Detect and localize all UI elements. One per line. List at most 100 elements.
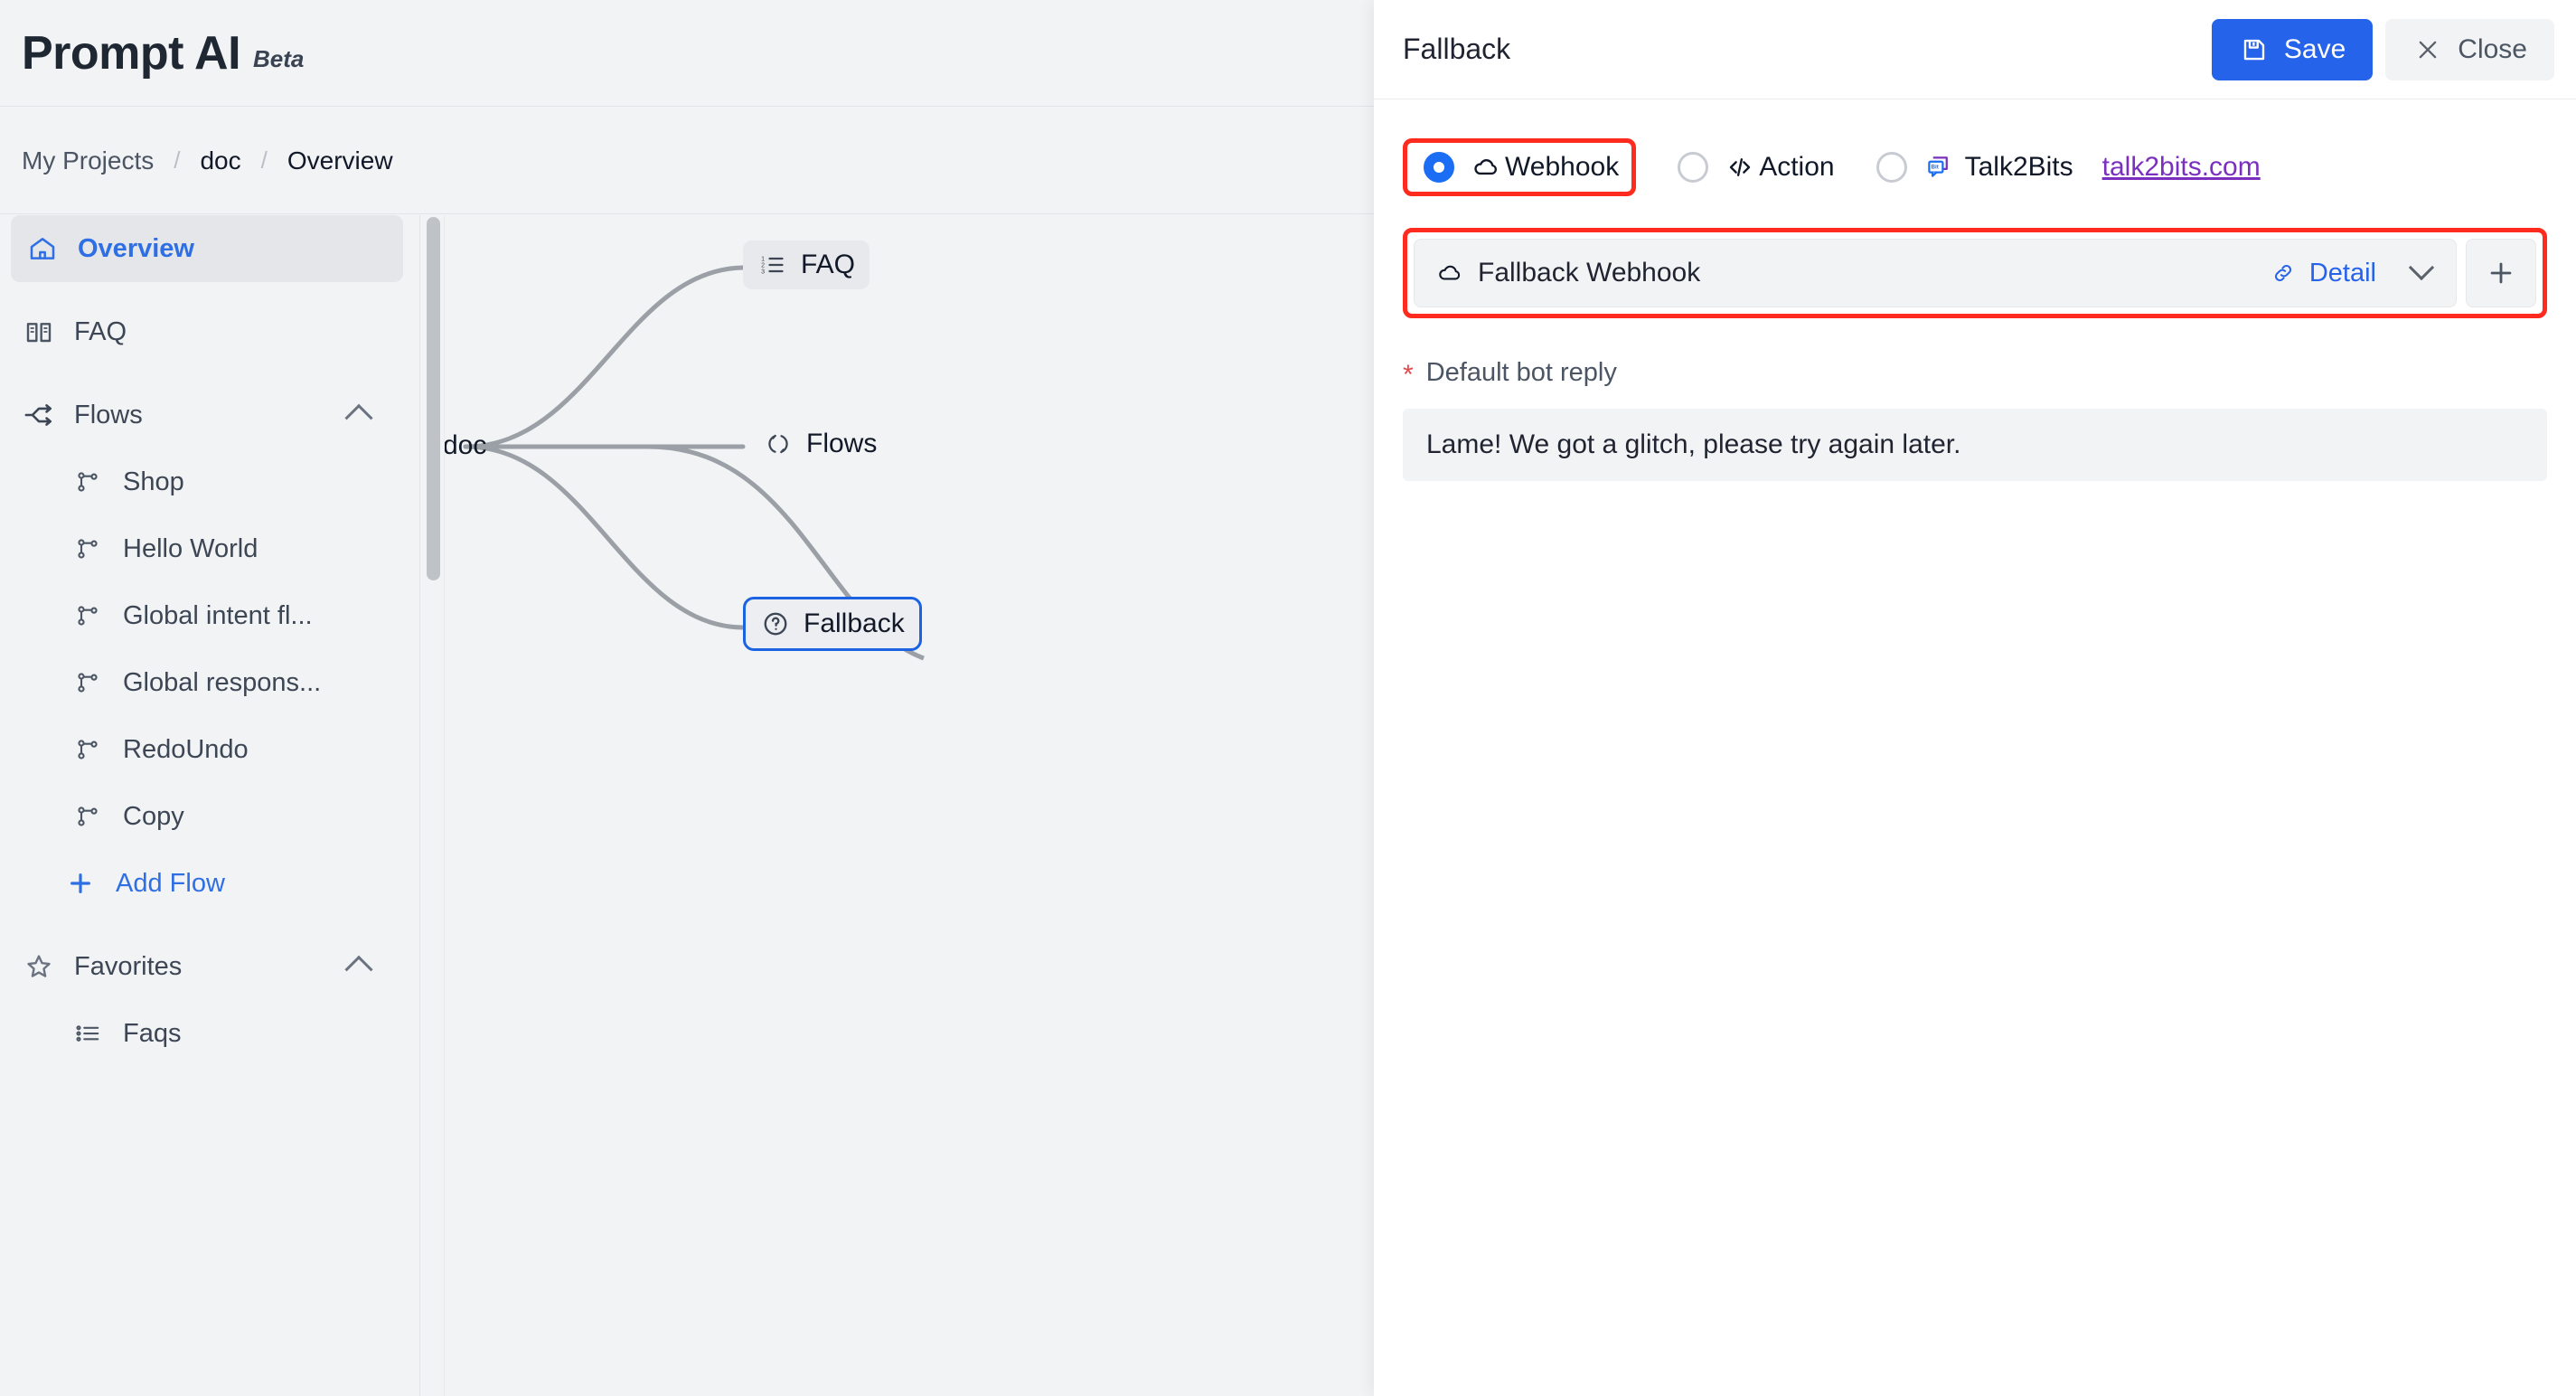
home-icon bbox=[27, 233, 58, 264]
field-label-text: Default bot reply bbox=[1425, 357, 1617, 387]
breadcrumb-item-doc[interactable]: doc bbox=[200, 146, 240, 175]
svg-text:2: 2 bbox=[761, 262, 765, 269]
save-icon bbox=[2239, 34, 2270, 65]
detail-link[interactable]: Detail bbox=[2268, 258, 2376, 288]
webhook-select[interactable]: Fallback Webhook Detail bbox=[1414, 239, 2457, 307]
radio-indicator-talk2bits[interactable] bbox=[1876, 152, 1907, 183]
branch-icon bbox=[72, 600, 103, 631]
sidebar-group-label: Favorites bbox=[74, 951, 183, 981]
panel-header: Fallback Save Close bbox=[1374, 0, 2576, 99]
numbered-list-icon: 1 2 3 bbox=[757, 250, 788, 280]
breadcrumb-separator: / bbox=[174, 146, 181, 174]
breadcrumb: My Projects / doc / Overview bbox=[0, 108, 1374, 214]
save-label: Save bbox=[2283, 33, 2346, 64]
flow-canvas[interactable]: doc 1 2 3 FAQ Flows Fallback bbox=[445, 215, 1374, 1396]
chevron-down-icon[interactable] bbox=[2408, 254, 2435, 281]
flow-icon bbox=[24, 400, 54, 430]
source-type-radio-group: Webhook Action Bit Talk2Bits talk2bits.c… bbox=[1403, 136, 2547, 199]
sidebar-item-faq[interactable]: FAQ bbox=[0, 298, 419, 365]
breadcrumb-item-overview[interactable]: Overview bbox=[287, 146, 393, 175]
breadcrumb-separator: / bbox=[260, 146, 268, 174]
plus-icon bbox=[65, 868, 96, 899]
add-flow-button[interactable]: Add Flow bbox=[0, 850, 419, 917]
main-area: Prompt AI Beta My Projects / doc / Overv… bbox=[0, 0, 1374, 1396]
book-icon bbox=[24, 316, 54, 347]
sidebar-item-label: Global intent fl... bbox=[123, 600, 313, 630]
radio-indicator-webhook[interactable] bbox=[1424, 152, 1454, 183]
breadcrumb-item-projects[interactable]: My Projects bbox=[22, 146, 154, 175]
detail-label: Detail bbox=[2308, 258, 2376, 288]
radio-option-webhook[interactable]: Webhook bbox=[1403, 138, 1637, 196]
talk2bits-link[interactable]: talk2bits.com bbox=[2102, 152, 2261, 183]
app-root: Prompt AI Beta My Projects / doc / Overv… bbox=[0, 0, 2576, 1396]
talk2bits-icon: Bit bbox=[1923, 152, 1954, 183]
add-webhook-button[interactable] bbox=[2466, 239, 2536, 307]
sidebar-item-hello-world[interactable]: Hello World bbox=[0, 515, 419, 582]
fallback-panel: Fallback Save Close Webhook Action Bit T… bbox=[1374, 0, 2576, 1396]
sidebar-item-label: Global respons... bbox=[123, 667, 322, 697]
scrollbar-thumb[interactable] bbox=[427, 217, 440, 580]
question-circle-icon bbox=[760, 608, 791, 639]
sidebar-item-global-responses[interactable]: Global respons... bbox=[0, 649, 419, 716]
flow-node-fallback[interactable]: Fallback bbox=[743, 597, 922, 651]
sidebar-item-global-intent-flow[interactable]: Global intent fl... bbox=[0, 582, 419, 649]
sidebar-item-shop[interactable]: Shop bbox=[0, 448, 419, 515]
sidebar-item-redoundo[interactable]: RedoUndo bbox=[0, 716, 419, 783]
radio-option-talk2bits[interactable]: Bit Talk2Bits talk2bits.com bbox=[1876, 152, 2261, 183]
code-icon bbox=[1725, 152, 1755, 183]
branch-icon bbox=[72, 533, 103, 564]
sidebar-item-copy[interactable]: Copy bbox=[0, 783, 419, 850]
sidebar: Overview FAQ Flows Shop Hello World Glob… bbox=[0, 215, 420, 1396]
app-title: Prompt AI bbox=[22, 26, 241, 80]
sidebar-group-flows[interactable]: Flows bbox=[0, 382, 419, 448]
branch-icon bbox=[72, 467, 103, 497]
svg-text:3: 3 bbox=[761, 269, 765, 275]
plus-icon bbox=[2490, 262, 2512, 284]
sidebar-item-label: Overview bbox=[78, 233, 194, 263]
chevron-up-icon[interactable] bbox=[344, 955, 373, 984]
radio-label-webhook: Webhook bbox=[1505, 152, 1620, 182]
close-button[interactable]: Close bbox=[2385, 18, 2554, 80]
flow-node-label: Fallback bbox=[804, 608, 905, 638]
cloud-icon bbox=[1471, 152, 1501, 183]
flow-node-flows[interactable]: Flows bbox=[748, 420, 891, 468]
sidebar-group-favorites[interactable]: Favorites bbox=[0, 933, 419, 1000]
flow-node-faq[interactable]: 1 2 3 FAQ bbox=[743, 241, 870, 289]
flow-node-doc[interactable]: doc bbox=[445, 421, 501, 470]
star-icon bbox=[24, 951, 54, 982]
svg-text:Bit: Bit bbox=[1931, 165, 1938, 171]
sidebar-item-label: Copy bbox=[123, 801, 184, 831]
save-button[interactable]: Save bbox=[2211, 18, 2374, 80]
chevron-up-icon[interactable] bbox=[344, 403, 373, 432]
radio-indicator-action[interactable] bbox=[1678, 152, 1709, 183]
sidebar-item-label: Shop bbox=[123, 467, 184, 496]
sidebar-item-faqs[interactable]: Faqs bbox=[0, 1000, 419, 1067]
list-icon bbox=[72, 1018, 103, 1049]
link-icon bbox=[2268, 258, 2299, 288]
svg-text:1: 1 bbox=[761, 256, 765, 262]
default-bot-reply-input[interactable]: Lame! We got a glitch, please try again … bbox=[1403, 409, 2547, 481]
sidebar-group-label: Flows bbox=[74, 400, 143, 429]
sidebar-item-overview[interactable]: Overview bbox=[11, 215, 403, 282]
default-bot-reply-value: Lame! We got a glitch, please try again … bbox=[1426, 429, 1961, 459]
flow-edges bbox=[463, 265, 925, 661]
required-marker: * bbox=[1403, 360, 1414, 390]
flow-node-label: Flows bbox=[806, 429, 878, 458]
branch-icon bbox=[72, 801, 103, 832]
default-bot-reply-label: * Default bot reply bbox=[1403, 356, 2547, 389]
sidebar-item-label: Faqs bbox=[123, 1018, 182, 1048]
branch-icon bbox=[72, 667, 103, 698]
app-header: Prompt AI Beta bbox=[0, 0, 1374, 107]
sidebar-item-label: Hello World bbox=[123, 533, 259, 563]
webhook-selector-highlight: Fallback Webhook Detail bbox=[1403, 228, 2547, 318]
cloud-icon bbox=[1434, 258, 1465, 288]
radio-option-action[interactable]: Action bbox=[1678, 152, 1835, 183]
branch-icon bbox=[72, 734, 103, 765]
radio-label-action: Action bbox=[1759, 152, 1835, 182]
canvas-scrollbar[interactable] bbox=[421, 215, 445, 1396]
panel-body: Webhook Action Bit Talk2Bits talk2bits.c… bbox=[1374, 99, 2576, 481]
sidebar-item-label: RedoUndo bbox=[123, 734, 249, 764]
sidebar-item-label: FAQ bbox=[74, 316, 127, 346]
